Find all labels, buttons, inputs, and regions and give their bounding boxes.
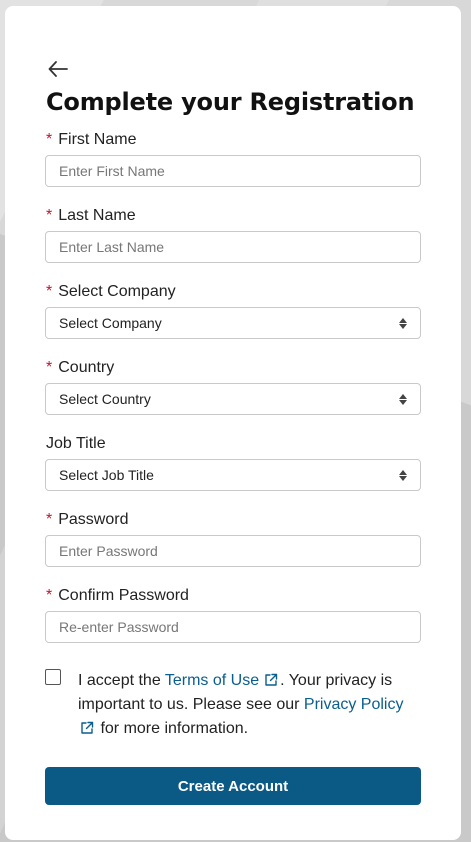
back-button[interactable] xyxy=(45,56,71,82)
page-title: Complete your Registration xyxy=(46,88,415,116)
sort-arrows-icon xyxy=(399,393,407,405)
sort-arrows-icon xyxy=(399,317,407,329)
external-link-icon xyxy=(81,721,94,734)
country-select-value: Select Country xyxy=(59,391,151,407)
sort-arrows-icon xyxy=(399,469,407,481)
password-input[interactable] xyxy=(59,543,407,559)
first-name-field[interactable] xyxy=(45,155,421,187)
confirm-password-label: * Confirm Password xyxy=(46,587,189,604)
country-label: * Country xyxy=(46,359,115,376)
required-marker: * xyxy=(46,131,53,148)
required-marker: * xyxy=(46,207,53,224)
last-name-field[interactable] xyxy=(45,231,421,263)
company-select[interactable]: Select Company xyxy=(45,307,421,339)
required-marker: * xyxy=(46,587,53,604)
first-name-label: * First Name xyxy=(46,131,137,148)
last-name-input[interactable] xyxy=(59,239,407,255)
required-marker: * xyxy=(46,511,53,528)
registration-card: Complete your Registration *First Name *… xyxy=(5,6,461,840)
create-account-button[interactable]: Create Account xyxy=(45,767,421,805)
password-label: * Password xyxy=(46,511,129,528)
confirm-password-input[interactable] xyxy=(59,619,407,635)
arrow-left-icon xyxy=(48,61,68,77)
job-title-select-value: Select Job Title xyxy=(59,467,154,483)
country-select[interactable]: Select Country xyxy=(45,383,421,415)
company-select-value: Select Company xyxy=(59,315,162,331)
company-label: * Select Company xyxy=(46,283,176,300)
required-marker: * xyxy=(46,283,53,300)
required-marker: * xyxy=(46,359,53,376)
terms-checkbox[interactable] xyxy=(45,669,61,685)
last-name-label: * Last Name xyxy=(46,207,136,224)
job-title-select[interactable]: Select Job Title xyxy=(45,459,421,491)
privacy-policy-link[interactable]: Privacy Policy xyxy=(304,696,404,713)
confirm-password-field[interactable] xyxy=(45,611,421,643)
password-field[interactable] xyxy=(45,535,421,567)
consent-text: I accept the Terms of Use. Your privacy … xyxy=(78,672,404,737)
first-name-input[interactable] xyxy=(59,163,407,179)
terms-of-use-link[interactable]: Terms of Use xyxy=(165,672,259,689)
job-title-label: Job Title xyxy=(46,435,106,452)
external-link-icon xyxy=(265,673,278,686)
